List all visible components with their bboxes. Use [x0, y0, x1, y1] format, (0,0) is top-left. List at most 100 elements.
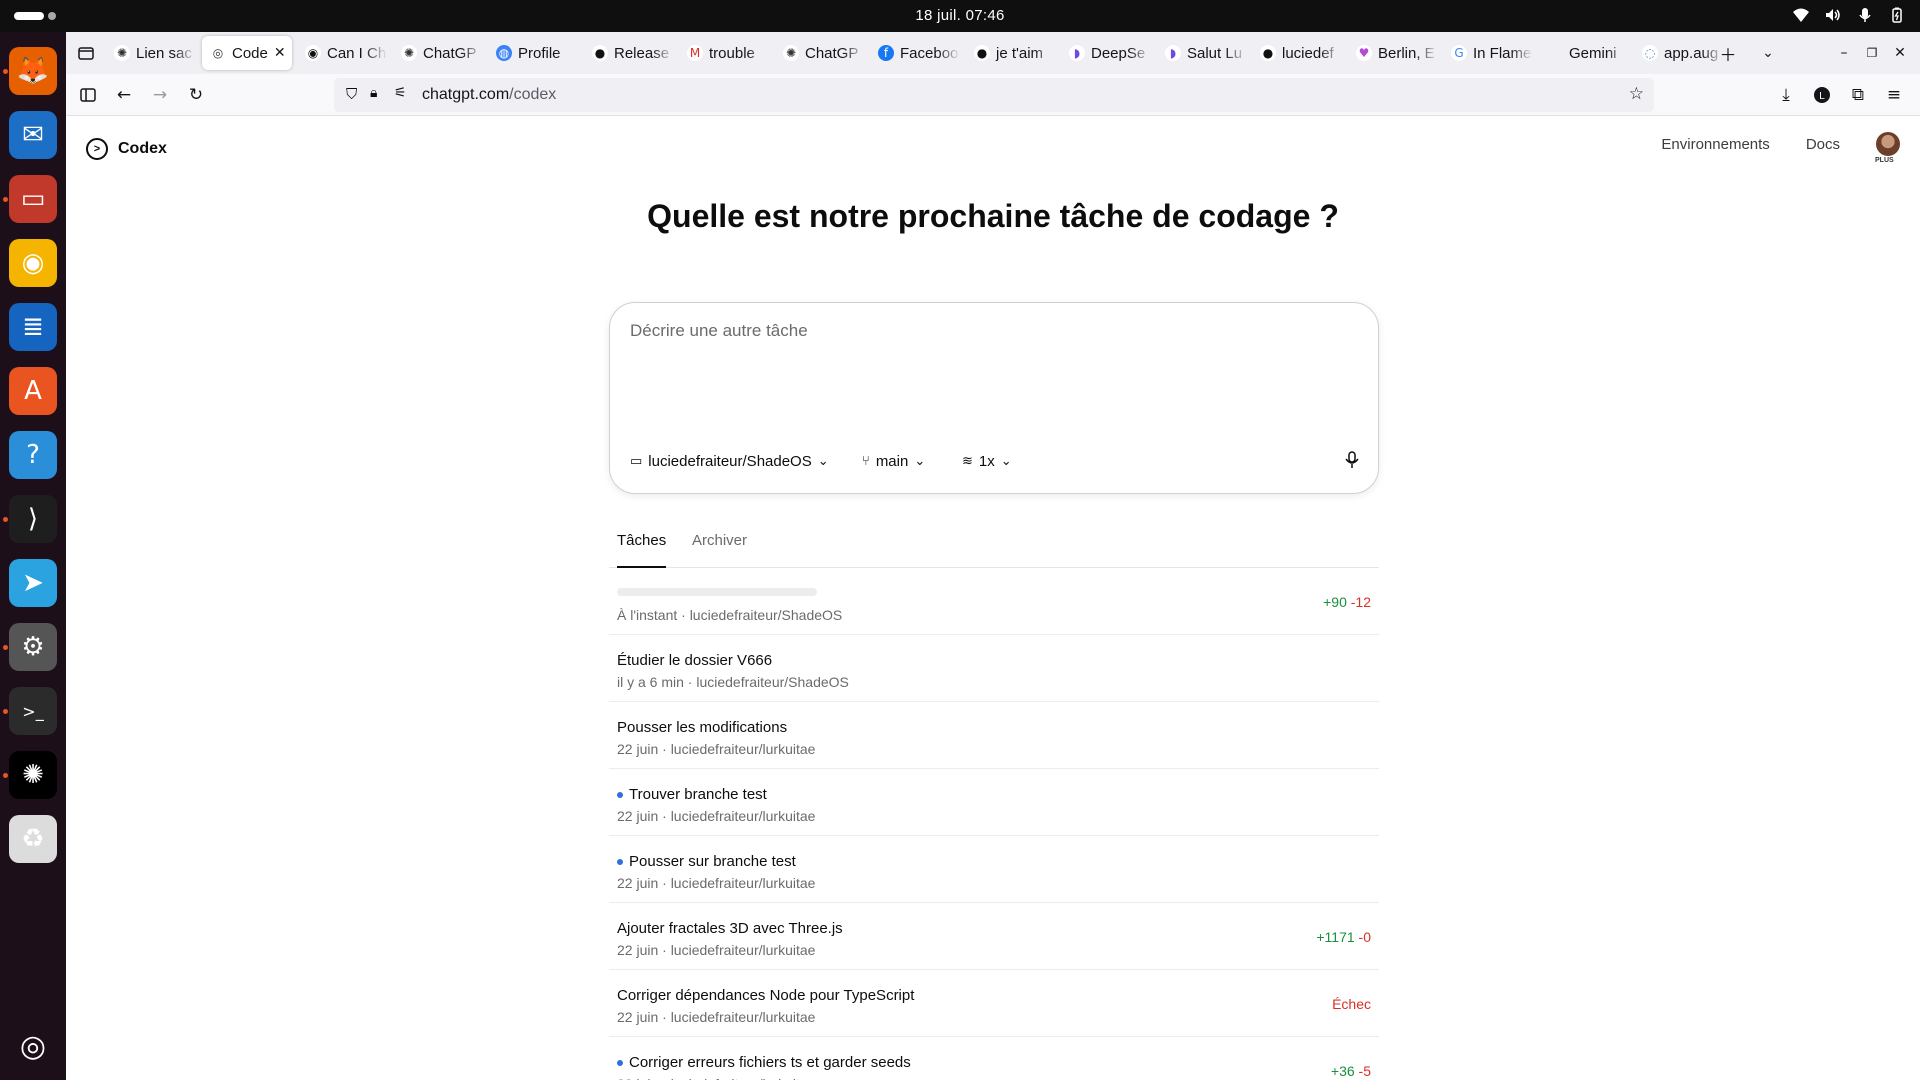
browser-tab[interactable]: ◎ Code ✕: [202, 36, 292, 70]
tab-archive[interactable]: Archiver: [692, 532, 747, 568]
back-icon[interactable]: ←: [112, 83, 136, 107]
diff-stats: +90 -12: [1323, 594, 1371, 610]
microphone-icon[interactable]: [1344, 451, 1360, 474]
wifi-icon[interactable]: [1792, 6, 1810, 24]
url-host: chatgpt.com: [422, 86, 510, 103]
list-all-tabs-icon[interactable]: ⌄: [1756, 41, 1780, 65]
branch-selector[interactable]: ⑂ main ⌄: [862, 453, 925, 470]
dock-libreoffice-writer-icon[interactable]: ≣: [9, 303, 57, 351]
dock-telegram-icon[interactable]: ➤: [9, 559, 57, 607]
svg-text:L: L: [1819, 91, 1825, 102]
dock-files-icon[interactable]: ▭: [9, 175, 57, 223]
task-meta: À l'instant · luciedefraiteur/ShadeOS: [617, 607, 843, 623]
task-input[interactable]: [630, 321, 1358, 421]
tab-favicon-icon: ◉: [305, 45, 321, 61]
new-tab-icon[interactable]: ＋: [1716, 41, 1740, 66]
system-tray[interactable]: [1792, 6, 1906, 24]
dock-app-center-icon[interactable]: A: [9, 367, 57, 415]
close-window-icon[interactable]: ✕: [1888, 41, 1912, 65]
dock-thunderbird-icon[interactable]: ✉: [9, 111, 57, 159]
dock-firefox-icon[interactable]: 🦊: [9, 47, 57, 95]
dock-rhythmbox-icon[interactable]: ◉: [9, 239, 57, 287]
task-meta: 22 juin · luciedefraiteur/lurkuitae: [617, 942, 816, 958]
codex-brand[interactable]: > Codex: [86, 138, 167, 160]
dock-help-icon[interactable]: ?: [9, 431, 57, 479]
volume-icon[interactable]: [1824, 6, 1842, 24]
page-title: Quelle est notre prochaine tâche de coda…: [647, 198, 1339, 234]
extensions-icon[interactable]: ⧉: [1846, 83, 1870, 107]
task-title: Pousser sur branche test: [629, 853, 796, 870]
browser-tab[interactable]: G In Flame: [1443, 36, 1533, 70]
shield-icon[interactable]: ⛉: [346, 85, 357, 103]
lines-removed: -0: [1358, 929, 1371, 945]
url-text[interactable]: chatgpt.com/codex: [422, 86, 556, 104]
sidebar-toggle-icon[interactable]: [76, 83, 100, 107]
browser-tab[interactable]: ◗ DeepSe: [1061, 36, 1151, 70]
task-row[interactable]: Pousser les modifications 22 juin · lucie…: [609, 702, 1379, 769]
downloads-icon[interactable]: ⤓: [1774, 83, 1798, 107]
tab-fade: [938, 36, 960, 70]
task-status-failed: Échec: [1332, 996, 1371, 1012]
system-clock[interactable]: 18 juil. 07:46: [0, 7, 1920, 24]
browser-tab[interactable]: ✺ ChatGP: [393, 36, 483, 70]
page-permissions-icon[interactable]: ⚟: [394, 85, 407, 101]
microphone-icon[interactable]: [1856, 6, 1874, 24]
task-row[interactable]: Trouver branche test 22 juin · luciedefra…: [609, 769, 1379, 836]
tab-overview-icon[interactable]: [74, 41, 98, 65]
task-row[interactable]: À l'instant · luciedefraiteur/ShadeOS +90…: [609, 568, 1379, 635]
task-row[interactable]: Étudier le dossier V666 il y a 6 min · lu…: [609, 635, 1379, 702]
browser-tab[interactable]: ◉ Can I Ch: [297, 36, 387, 70]
browser-tab[interactable]: ✺ ChatGP: [775, 36, 865, 70]
avatar[interactable]: PLUS: [1875, 132, 1900, 164]
tab-favicon-icon: f: [878, 45, 894, 61]
restore-icon[interactable]: ❐: [1860, 41, 1884, 65]
bookmark-star-icon[interactable]: ☆: [1629, 84, 1644, 104]
environments-link[interactable]: Environnements: [1661, 136, 1769, 153]
task-row[interactable]: Corriger dépendances Node pour TypeScrip…: [609, 970, 1379, 1037]
dock-vscode-icon[interactable]: ⟩: [9, 495, 57, 543]
lines-added: +36: [1330, 1063, 1355, 1079]
tab-tasks[interactable]: Tâches: [617, 532, 667, 568]
task-title: Pousser les modifications: [617, 719, 788, 736]
lines-removed: -5: [1358, 1063, 1371, 1079]
browser-tab[interactable]: ✺ Lien sac: [106, 36, 196, 70]
browser-tab[interactable]: ◌ app.aug: [1634, 36, 1724, 70]
forward-icon[interactable]: →: [148, 83, 172, 107]
browser-tab[interactable]: ● je t'aim: [966, 36, 1056, 70]
dock-trash-icon[interactable]: ♻: [9, 815, 57, 863]
lock-icon[interactable]: 🔒︎: [370, 85, 377, 101]
close-tab-icon[interactable]: ✕: [274, 45, 286, 61]
dock-ubuntu-icon[interactable]: ◎: [9, 1022, 57, 1070]
browser-tab[interactable]: ● luciedef: [1252, 36, 1342, 70]
browser-tab[interactable]: ◍ Profile: [488, 36, 578, 70]
dock-terminal-icon[interactable]: >_: [9, 687, 57, 735]
task-row[interactable]: Ajouter fractales 3D avec Three.js 22 jui…: [609, 903, 1379, 970]
diff-stats: +36 -5: [1331, 1063, 1371, 1079]
task-meta: 22 juin · luciedefraiteur/lurkuitae: [617, 1076, 815, 1080]
browser-tab[interactable]: ● Release: [584, 36, 674, 70]
repo-selector[interactable]: ▭ luciedefraiteur/ShadeOS ⌄: [630, 453, 829, 470]
browser-tab[interactable]: Gemini: [1539, 36, 1629, 70]
browser-tab[interactable]: f Faceboo: [870, 36, 960, 70]
tab-favicon-icon: ●: [1260, 45, 1276, 61]
minimize-icon[interactable]: –: [1832, 41, 1856, 65]
browser-tab[interactable]: Mtrouble: [679, 36, 769, 70]
dock-settings-icon[interactable]: ⚙: [9, 623, 57, 671]
dock-chatgpt-icon[interactable]: ✺: [9, 751, 57, 799]
unread-dot-icon: [617, 859, 623, 865]
browser-tab[interactable]: ♥ Berlin, E: [1348, 36, 1438, 70]
repo-label: luciedefraiteur/ShadeOS: [648, 453, 812, 470]
task-row[interactable]: Corriger erreurs fichiers ts et garder s…: [609, 1037, 1379, 1080]
reload-icon[interactable]: ↻: [184, 83, 208, 107]
task-row[interactable]: Pousser sur branche test 22 juin · lucied…: [609, 836, 1379, 903]
docs-link[interactable]: Docs: [1806, 136, 1840, 153]
app-menu-icon[interactable]: ≡: [1882, 83, 1906, 107]
battery-icon[interactable]: [1888, 6, 1906, 24]
browser-tab[interactable]: ◗ Salut Lu: [1157, 36, 1247, 70]
tab-favicon-icon: ✺: [783, 45, 799, 61]
version-count-selector[interactable]: ≋ 1x ⌄: [962, 453, 1012, 470]
diff-stats: +1171 -0: [1316, 929, 1371, 945]
account-icon[interactable]: L: [1810, 83, 1834, 107]
tab-fade: [1320, 36, 1342, 70]
address-bar[interactable]: ⛉ 🔒︎ ⚟ chatgpt.com/codex ☆: [334, 78, 1654, 112]
